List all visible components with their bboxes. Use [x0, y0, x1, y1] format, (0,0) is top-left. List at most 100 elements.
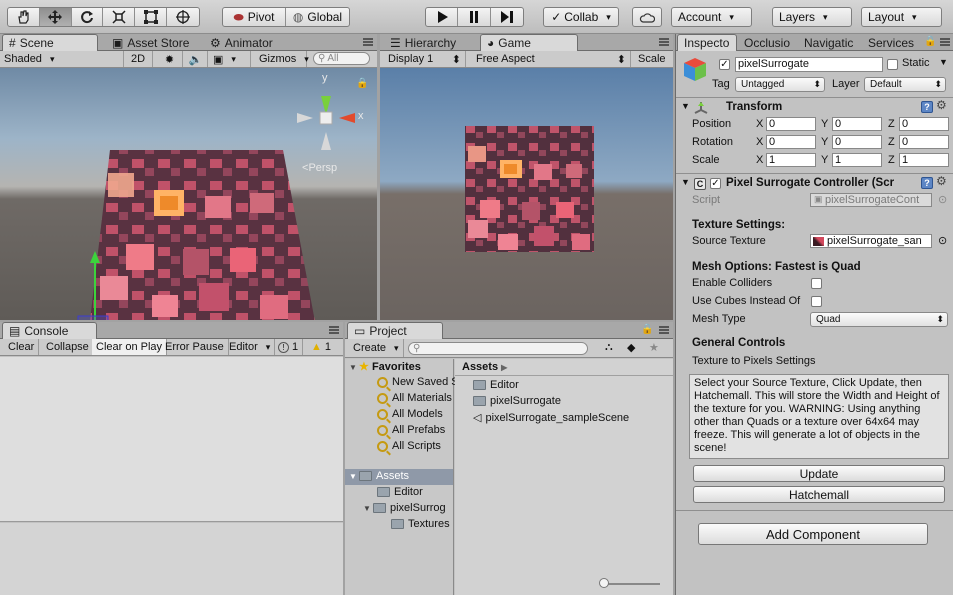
- panel-menu-icon[interactable]: [329, 326, 339, 334]
- move-tool-icon[interactable]: [39, 8, 72, 26]
- tab-scene[interactable]: # Scene: [2, 34, 98, 51]
- tree-item-editor[interactable]: Editor: [377, 486, 423, 498]
- step-icon[interactable]: [491, 8, 523, 26]
- tab-project[interactable]: ▭ Project: [347, 322, 443, 339]
- collab-button[interactable]: ✓ Collab: [543, 7, 619, 27]
- position-y-field[interactable]: 0: [832, 117, 882, 131]
- help-icon[interactable]: ?: [921, 101, 933, 113]
- tab-hierarchy[interactable]: ☰ Hierarchy: [384, 34, 462, 51]
- tab-game[interactable]: ◕ Game: [480, 34, 578, 51]
- enable-colliders-checkbox[interactable]: [811, 278, 822, 289]
- tab-console[interactable]: ▤ Console: [2, 322, 97, 339]
- source-texture-field[interactable]: pixelSurrogate_san: [810, 234, 932, 248]
- tree-item-assets[interactable]: ▼ Assets: [349, 470, 409, 482]
- collapse-arrow-icon[interactable]: ▼: [681, 177, 690, 187]
- static-checkbox[interactable]: [887, 59, 898, 70]
- mode-2d-toggle[interactable]: 2D: [127, 51, 153, 67]
- asset-item[interactable]: Editor: [473, 379, 519, 391]
- lock-icon[interactable]: 🔒: [356, 78, 368, 89]
- rotation-x-field[interactable]: 0: [766, 135, 816, 149]
- gear-icon[interactable]: ⚙: [936, 174, 947, 188]
- display-dropdown[interactable]: Display 1 ⬍: [384, 51, 466, 67]
- favorite-star-icon[interactable]: ★: [649, 341, 659, 354]
- tab-navigation[interactable]: Navigatic: [798, 34, 859, 51]
- panel-menu-icon[interactable]: [940, 38, 950, 46]
- use-cubes-checkbox[interactable]: [811, 296, 822, 307]
- projection-label[interactable]: <Persp: [302, 162, 337, 174]
- aspect-dropdown[interactable]: Free Aspect ⬍: [472, 51, 631, 67]
- add-component-button[interactable]: Add Component: [698, 523, 928, 545]
- scene-search-input[interactable]: ⚲ All: [313, 52, 370, 65]
- panel-menu-icon[interactable]: [363, 38, 373, 46]
- create-dropdown[interactable]: Create: [349, 339, 404, 357]
- console-detail-area[interactable]: [0, 523, 343, 595]
- filter-type-icon[interactable]: ⛬: [605, 341, 613, 354]
- tab-services[interactable]: Services: [862, 34, 920, 51]
- scale-y-field[interactable]: 1: [832, 153, 882, 167]
- favorite-item[interactable]: New Saved S: [377, 376, 459, 388]
- position-z-field[interactable]: 0: [899, 117, 949, 131]
- scale-z-field[interactable]: 1: [899, 153, 949, 167]
- icon-size-slider[interactable]: [600, 583, 660, 585]
- panel-menu-icon[interactable]: [659, 38, 669, 46]
- help-icon[interactable]: ?: [921, 177, 933, 189]
- gizmos-dropdown[interactable]: Gizmos: [255, 51, 307, 67]
- breadcrumb-assets[interactable]: Assets ▶: [462, 361, 507, 373]
- asset-item[interactable]: ◁ pixelSurrogate_sampleScene: [473, 411, 629, 424]
- favorite-item[interactable]: All Materials: [377, 392, 452, 404]
- info-filter-button[interactable]: ! 1: [274, 339, 304, 355]
- hand-tool-icon[interactable]: [8, 8, 40, 26]
- object-picker-icon[interactable]: ⊙: [938, 234, 947, 247]
- orientation-gizmo[interactable]: [287, 80, 377, 170]
- collapse-button[interactable]: Collapse: [42, 339, 94, 355]
- game-viewport[interactable]: [380, 68, 673, 320]
- position-x-field[interactable]: 0: [766, 117, 816, 131]
- warning-filter-button[interactable]: ▲ 1: [307, 339, 335, 355]
- tree-item-textures[interactable]: Textures: [391, 518, 450, 530]
- hatchemall-button[interactable]: Hatchemall: [693, 486, 945, 503]
- layout-dropdown[interactable]: Layout: [861, 7, 942, 27]
- tab-inspector[interactable]: Inspecto: [677, 34, 737, 51]
- favorite-item[interactable]: All Prefabs: [377, 424, 445, 436]
- transform-tool-icon[interactable]: [167, 8, 199, 26]
- panel-menu-icon[interactable]: [659, 326, 669, 334]
- pivot-button[interactable]: ⬬ Pivot: [223, 8, 287, 26]
- tab-animator[interactable]: ⚙ Animator: [204, 34, 279, 51]
- asset-item[interactable]: pixelSurrogate: [473, 395, 561, 407]
- effects-icon[interactable]: ▣: [209, 51, 251, 67]
- scene-viewport[interactable]: y x <Persp 🔒: [0, 68, 377, 320]
- gear-icon[interactable]: ⚙: [936, 98, 947, 112]
- error-pause-button[interactable]: Error Pause: [161, 339, 229, 355]
- play-icon[interactable]: [426, 8, 459, 26]
- scale-tool-icon[interactable]: [103, 8, 136, 26]
- audio-icon[interactable]: 🔈: [184, 51, 208, 67]
- layers-dropdown[interactable]: Layers: [772, 7, 852, 27]
- collapse-arrow-icon[interactable]: ▼: [681, 101, 690, 111]
- lighting-icon[interactable]: ✹: [157, 51, 183, 67]
- cloud-icon[interactable]: [632, 7, 662, 27]
- project-search-input[interactable]: ⚲: [408, 342, 588, 355]
- slider-thumb[interactable]: [599, 578, 609, 588]
- active-checkbox[interactable]: ✓: [719, 59, 730, 70]
- console-log-list[interactable]: [0, 357, 343, 522]
- tag-dropdown[interactable]: Untagged: [735, 77, 825, 92]
- component-enabled-checkbox[interactable]: ✓: [710, 178, 721, 189]
- filter-label-icon[interactable]: ◆: [627, 341, 635, 354]
- rotation-y-field[interactable]: 0: [832, 135, 882, 149]
- pause-icon[interactable]: [458, 8, 491, 26]
- mesh-type-dropdown[interactable]: Quad: [810, 312, 948, 327]
- global-button[interactable]: ◍ Global: [286, 8, 349, 26]
- static-dropdown-icon[interactable]: ▼: [939, 57, 948, 67]
- rotation-z-field[interactable]: 0: [899, 135, 949, 149]
- shading-dropdown[interactable]: Shaded: [0, 51, 124, 67]
- rotate-tool-icon[interactable]: [72, 8, 104, 26]
- favorite-item[interactable]: All Scripts: [377, 440, 441, 452]
- rect-tool-icon[interactable]: [135, 8, 168, 26]
- lock-icon[interactable]: 🔒: [641, 324, 653, 335]
- scale-x-field[interactable]: 1: [766, 153, 816, 167]
- editor-dropdown[interactable]: Editor: [225, 339, 276, 355]
- update-button[interactable]: Update: [693, 465, 945, 482]
- tree-item-pixelsurrogate[interactable]: ▼ pixelSurrog: [363, 502, 446, 514]
- account-dropdown[interactable]: Account: [671, 7, 752, 27]
- tab-asset-store[interactable]: ▣ Asset Store: [106, 34, 195, 51]
